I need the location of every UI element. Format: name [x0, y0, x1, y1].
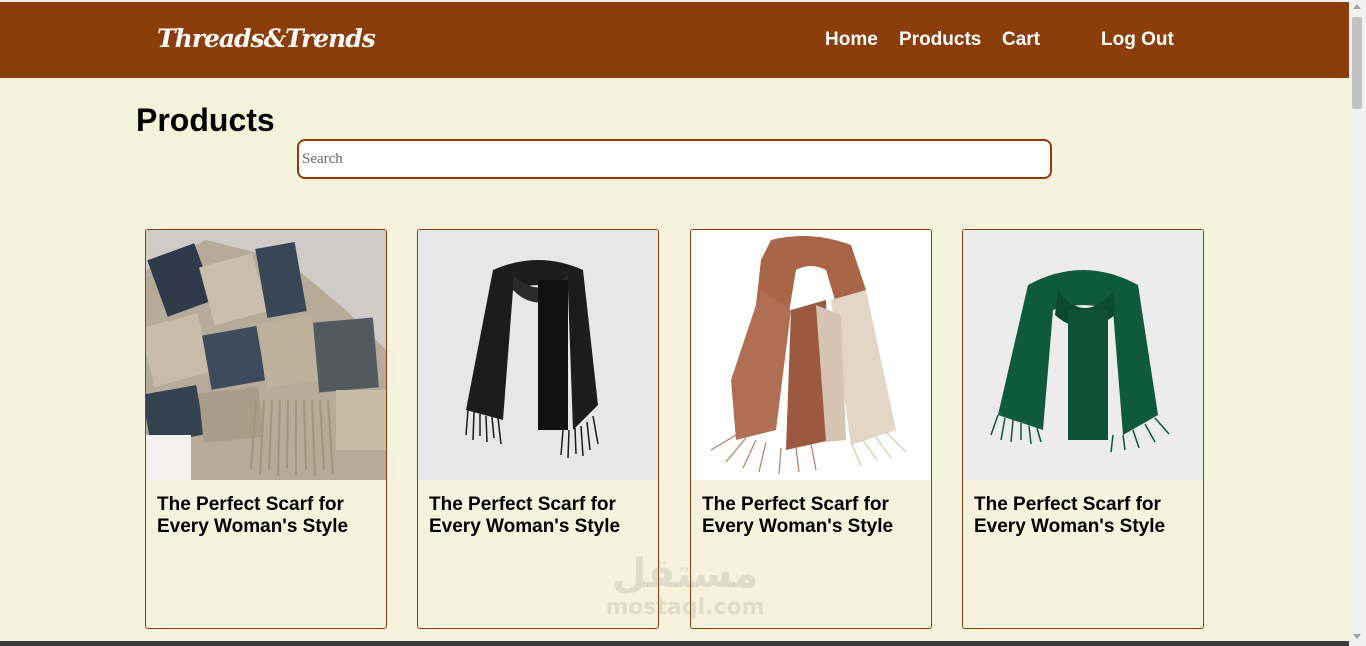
- nav-cart-link[interactable]: Cart: [1002, 29, 1040, 51]
- scroll-up-arrow-icon[interactable]: [1353, 4, 1361, 9]
- product-image-black-scarf[interactable]: [418, 230, 658, 480]
- product-title[interactable]: The Perfect Scarf for Every Woman's Styl…: [157, 494, 379, 538]
- product-title[interactable]: The Perfect Scarf for Every Woman's Styl…: [429, 494, 651, 538]
- nav-products-link[interactable]: Products: [899, 29, 981, 51]
- brand-logo[interactable]: Threads&Trends: [157, 24, 376, 53]
- product-card[interactable]: The Perfect Scarf for Every Woman's Styl…: [417, 229, 659, 629]
- nav-home-link[interactable]: Home: [825, 29, 878, 51]
- vertical-scrollbar[interactable]: [1349, 0, 1366, 646]
- horizontal-scrollbar[interactable]: [0, 641, 1349, 646]
- product-card[interactable]: The Perfect Scarf for Every Woman's Styl…: [690, 229, 932, 629]
- scroll-thumb[interactable]: [1352, 17, 1362, 109]
- product-image-green-scarf[interactable]: [963, 230, 1203, 480]
- product-image-rust-cream-scarf[interactable]: [691, 230, 931, 480]
- product-card[interactable]: The Perfect Scarf for Every Woman's Styl…: [145, 229, 387, 629]
- page: Threads&Trends Home Products Cart Log Ou…: [0, 0, 1349, 646]
- page-title: Products: [136, 102, 275, 138]
- scroll-down-arrow-icon[interactable]: [1353, 634, 1361, 639]
- search-input[interactable]: [297, 139, 1052, 179]
- nav-logout-link[interactable]: Log Out: [1101, 29, 1174, 51]
- navbar: Threads&Trends Home Products Cart Log Ou…: [0, 2, 1349, 78]
- product-title[interactable]: The Perfect Scarf for Every Woman's Styl…: [702, 494, 924, 538]
- product-card[interactable]: The Perfect Scarf for Every Woman's Styl…: [962, 229, 1204, 629]
- product-image-plaid-scarf[interactable]: [146, 230, 386, 480]
- product-title[interactable]: The Perfect Scarf for Every Woman's Styl…: [974, 494, 1196, 538]
